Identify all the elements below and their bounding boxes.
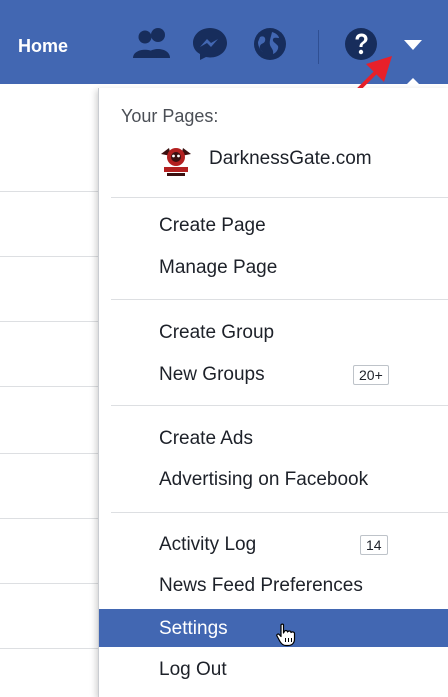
page-logo-icon [159, 144, 193, 178]
menu-divider [111, 299, 448, 300]
menu-item-news-feed-preferences[interactable]: News Feed Preferences [99, 566, 448, 604]
background-divider [0, 256, 98, 257]
menu-item-activity-log[interactable]: Activity Log 14 [99, 525, 448, 563]
background-divider [0, 191, 98, 192]
menu-item-label: Create Group [159, 322, 275, 343]
account-menu-caret-icon[interactable] [404, 40, 422, 50]
menu-divider [111, 405, 448, 406]
page-name: DarknessGate.com [209, 148, 372, 169]
background-divider [0, 518, 98, 519]
menu-item-advertising-on-facebook[interactable]: Advertising on Facebook [99, 460, 448, 498]
menu-item-new-groups[interactable]: New Groups 20+ [99, 355, 448, 393]
background-divider [0, 648, 98, 649]
page-item-darknessgate[interactable]: DarknessGate.com [159, 140, 439, 178]
menu-item-label: Advertising on Facebook [159, 469, 369, 490]
hand-cursor-icon [276, 623, 296, 647]
menu-item-label: Manage Page [159, 257, 278, 278]
menu-item-label: New Groups [159, 364, 265, 385]
menu-item-manage-page[interactable]: Manage Page [99, 248, 448, 286]
menu-item-log-out[interactable]: Log Out [99, 650, 448, 688]
background-divider [0, 386, 98, 387]
account-dropdown-menu: Your Pages: DarknessGate.com Create Page… [98, 88, 448, 697]
menu-item-label: Log Out [159, 659, 227, 680]
topbar-divider [318, 30, 319, 64]
menu-divider [111, 197, 448, 198]
background-divider [0, 453, 98, 454]
new-groups-count-badge: 20+ [353, 365, 389, 385]
menu-divider [111, 512, 448, 513]
menu-item-label: Activity Log [159, 534, 257, 555]
menu-item-label: Create Page [159, 215, 266, 236]
menu-item-label: News Feed Preferences [159, 575, 363, 596]
background-divider [0, 321, 98, 322]
your-pages-header: Your Pages: [121, 106, 219, 126]
friends-icon[interactable] [132, 26, 172, 60]
activity-log-count-badge: 14 [360, 535, 388, 555]
home-link[interactable]: Home [18, 36, 68, 57]
menu-item-label: Settings [159, 618, 228, 639]
menu-item-settings[interactable]: Settings [99, 609, 448, 647]
messenger-icon[interactable] [192, 26, 228, 62]
background-divider [0, 583, 98, 584]
menu-item-label: Create Ads [159, 428, 253, 449]
menu-item-create-group[interactable]: Create Group [99, 313, 448, 351]
menu-item-create-ads[interactable]: Create Ads [99, 419, 448, 457]
menu-item-create-page[interactable]: Create Page [99, 206, 448, 244]
globe-icon[interactable] [252, 26, 288, 62]
